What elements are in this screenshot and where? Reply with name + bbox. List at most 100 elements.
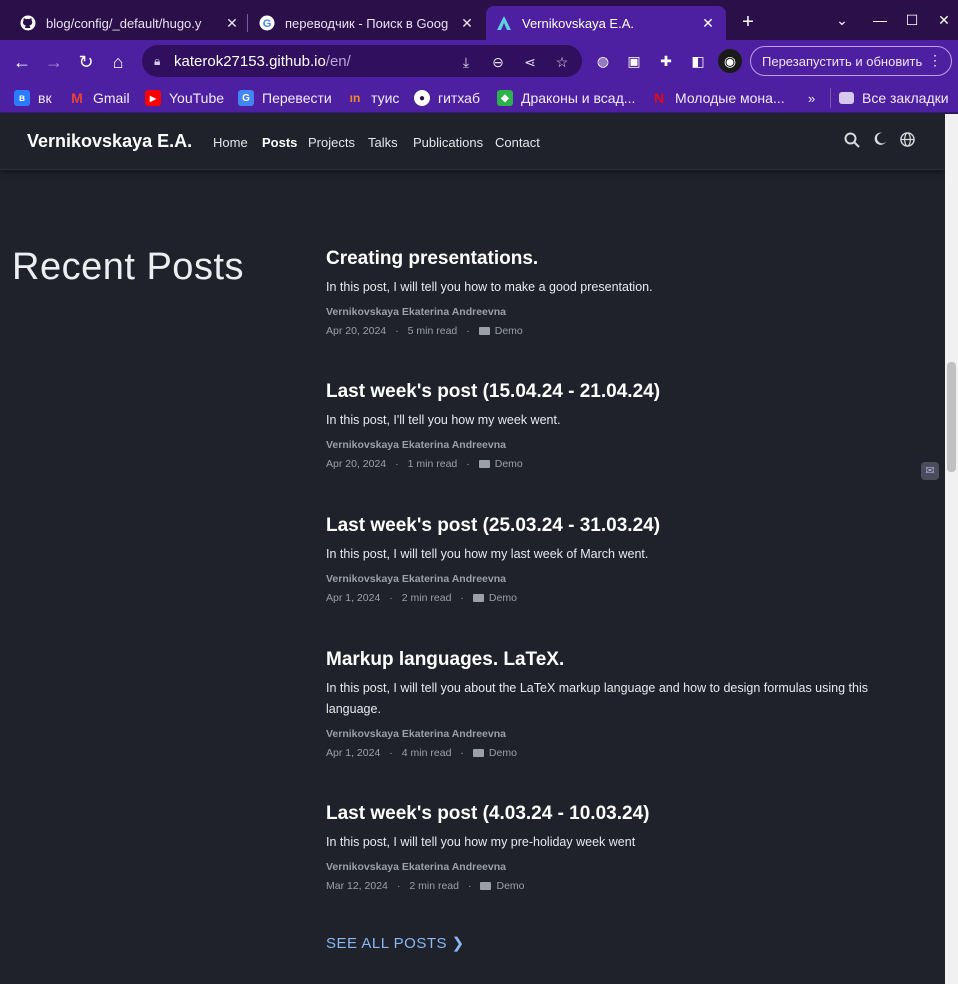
extensions-puzzle-icon[interactable]: ✚	[654, 49, 678, 73]
post-title[interactable]: Last week's post (4.03.24 - 10.03.24)	[326, 803, 916, 825]
browser-toolbar: ← → ↻ ⌂ 🔒︎ katerok27153.github.io/en/ ⤓ …	[0, 40, 958, 83]
gmail-icon: M	[71, 90, 83, 106]
bookmark-tuis[interactable]: ın туис	[347, 88, 400, 108]
post-category[interactable]: Demo	[495, 325, 523, 337]
web-page: Vernikovskaya E.A. Home Posts Projects T…	[0, 114, 945, 984]
google-icon: G	[259, 15, 275, 31]
forward-button[interactable]: →	[41, 49, 67, 75]
search-icon[interactable]	[843, 132, 861, 150]
tab-search-chevron-icon[interactable]: ⌄	[830, 8, 854, 32]
github-icon	[20, 15, 36, 31]
svg-text:G: G	[263, 18, 272, 30]
section-title: Recent Posts	[12, 246, 244, 288]
bookmark-netflix[interactable]: N Молодые мона...	[651, 88, 785, 108]
post-reading-time: 5 min read	[407, 325, 458, 337]
post-author[interactable]: Vernikovskaya Ekaterina Andreevna	[326, 306, 916, 318]
tab-title: blog/config/_default/hugo.y	[46, 15, 202, 31]
bookmark-dragons[interactable]: ◆ Драконы и всад...	[497, 88, 635, 108]
vk-icon: в	[14, 90, 30, 106]
see-all-posts-link[interactable]: SEE ALL POSTS ❯	[326, 934, 465, 952]
extension-app-icon[interactable]: ▣	[622, 49, 646, 73]
bookmarks-bar: в вк M Gmail ▶ YouTube G Перевести ın ту…	[0, 83, 958, 113]
bookmark-star-icon[interactable]: ☆	[552, 52, 572, 72]
all-bookmarks[interactable]: Все закладки	[830, 88, 949, 108]
tab-active-site[interactable]: Vernikovskaya E.A. ✕	[486, 6, 726, 40]
folder-icon	[472, 749, 484, 757]
post-title[interactable]: Last week's post (25.03.24 - 31.03.24)	[326, 515, 916, 537]
post-reading-time: 2 min read	[409, 880, 459, 892]
nav-talks[interactable]: Talks	[368, 135, 398, 150]
install-app-icon[interactable]: ⤓	[456, 52, 476, 72]
restart-update-button[interactable]: Перезапустить и обновить ⋮	[750, 46, 952, 76]
post-summary: In this post, I will tell you how my pre…	[326, 835, 636, 849]
nav-posts[interactable]: Posts	[262, 135, 297, 150]
restart-label: Перезапустить и обновить	[762, 53, 923, 69]
home-button[interactable]: ⌂	[105, 49, 131, 75]
meta-separator: ·	[396, 880, 401, 892]
post-category[interactable]: Demo	[495, 458, 523, 470]
close-icon[interactable]: ✕	[224, 15, 240, 32]
bookmark-github[interactable]: ● гитхаб	[414, 88, 480, 108]
site-navbar: Vernikovskaya E.A. Home Posts Projects T…	[0, 114, 945, 170]
site-brand[interactable]: Vernikovskaya E.A.	[27, 131, 192, 152]
post-summary: In this post, I will tell you about the …	[326, 681, 868, 716]
post-reading-time: 2 min read	[401, 592, 452, 604]
bookmark-translate[interactable]: G Перевести	[238, 88, 332, 108]
menu-dots-icon[interactable]: ⋮	[928, 52, 942, 69]
zoom-icon[interactable]: ⊖	[488, 52, 508, 72]
reload-button[interactable]: ↻	[73, 49, 99, 75]
url-path: /en/	[325, 52, 351, 70]
bookmarks-overflow-icon[interactable]: »	[808, 88, 815, 108]
back-button[interactable]: ←	[9, 49, 35, 75]
post-title[interactable]: Creating presentations.	[326, 248, 916, 270]
bookmark-youtube[interactable]: ▶ YouTube	[145, 88, 224, 108]
nav-home[interactable]: Home	[213, 135, 248, 150]
language-globe-icon[interactable]	[898, 132, 916, 150]
post-category[interactable]: Demo	[496, 880, 524, 892]
minimize-button[interactable]: —	[868, 8, 892, 32]
bookmark-gmail[interactable]: M Gmail	[69, 88, 129, 108]
post-item: Last week's post (4.03.24 - 10.03.24) In …	[326, 803, 916, 892]
post-author[interactable]: Vernikovskaya Ekaterina Andreevna	[326, 573, 916, 585]
chevron-right-icon: ❯	[451, 935, 465, 952]
folder-icon	[478, 460, 490, 468]
maximize-button[interactable]: ☐	[900, 8, 924, 32]
post-author[interactable]: Vernikovskaya Ekaterina Andreevna	[326, 728, 916, 740]
nav-projects[interactable]: Projects	[308, 135, 355, 150]
bookmark-label: Драконы и всад...	[521, 90, 636, 106]
close-icon[interactable]: ✕	[459, 15, 475, 32]
post-meta: Mar 12, 2024 · 2 min read · Demo	[326, 880, 916, 892]
share-icon[interactable]: ⋖	[520, 52, 540, 72]
nav-publications[interactable]: Publications	[413, 135, 483, 150]
page-scrollbar[interactable]	[945, 114, 958, 984]
post-item: Last week's post (15.04.24 - 21.04.24) In…	[326, 381, 916, 470]
tab-google-search[interactable]: G переводчик - Поиск в Goog ✕	[249, 6, 485, 40]
post-item: Markup languages. LaTeX. In this post, I …	[326, 649, 916, 759]
side-panel-icon[interactable]: ◧	[686, 49, 710, 73]
post-title[interactable]: Last week's post (15.04.24 - 21.04.24)	[326, 381, 916, 403]
scrollbar-thumb[interactable]	[947, 362, 956, 472]
nav-contact[interactable]: Contact	[495, 135, 540, 150]
tab-title: переводчик - Поиск в Goog	[285, 15, 449, 31]
profile-avatar[interactable]: ◉	[718, 49, 742, 73]
github-icon: ●	[414, 90, 430, 106]
close-icon[interactable]: ✕	[700, 15, 716, 32]
meta-separator: ·	[395, 458, 399, 470]
floating-extension-icon[interactable]: ✉	[921, 462, 939, 480]
site-icon	[496, 15, 512, 31]
post-category[interactable]: Demo	[489, 747, 517, 759]
post-author[interactable]: Vernikovskaya Ekaterina Andreevna	[326, 439, 916, 451]
post-author[interactable]: Vernikovskaya Ekaterina Andreevna	[326, 861, 916, 873]
close-window-button[interactable]: ✕	[932, 8, 956, 32]
post-reading-time: 1 min read	[407, 458, 458, 470]
folder-icon	[839, 92, 854, 104]
address-bar[interactable]: 🔒︎ katerok27153.github.io/en/ ⤓ ⊖ ⋖ ☆	[142, 45, 582, 77]
dark-mode-moon-icon[interactable]	[871, 132, 889, 150]
tab-github[interactable]: blog/config/_default/hugo.y ✕	[10, 6, 250, 40]
url-host: katerok27153.github.io	[174, 52, 326, 70]
bookmark-vk[interactable]: в вк	[14, 88, 52, 108]
post-category[interactable]: Demo	[489, 592, 517, 604]
new-tab-button[interactable]: +	[736, 10, 760, 34]
post-title[interactable]: Markup languages. LaTeX.	[326, 649, 916, 671]
extension-planet-icon[interactable]: ◍	[591, 49, 615, 73]
